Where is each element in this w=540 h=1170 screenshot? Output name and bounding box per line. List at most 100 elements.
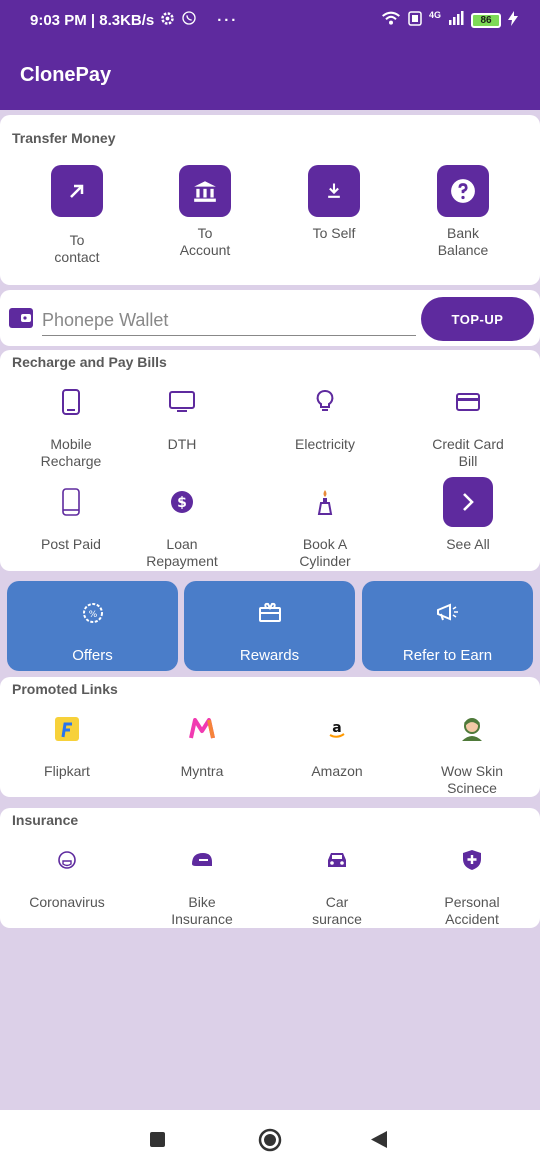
back-triangle-icon[interactable] [371, 1131, 387, 1153]
home-circle-icon[interactable] [258, 1128, 282, 1157]
wallet-card: TOP-UP [0, 290, 540, 346]
status-bar: 9:03 PM | 8.3KB/s ··· 4G 86 [0, 0, 540, 40]
mask-icon [47, 840, 87, 880]
insurance-bike[interactable]: Bike Insurance [147, 840, 257, 928]
promoted-myntra[interactable]: Myntra [147, 709, 257, 780]
promoted-amazon[interactable]: a Amazon [282, 709, 392, 780]
promoted-links-card: Promoted Links Flipkart Myntra a Amazon … [0, 677, 540, 797]
promoted-item-label: Myntra [180, 763, 224, 779]
offers-label: Offers [72, 647, 113, 664]
recents-square-icon[interactable] [150, 1132, 165, 1152]
tv-icon [162, 382, 202, 422]
insurance-title: Insurance [12, 812, 79, 828]
arrow-up-right-icon [51, 165, 103, 217]
svg-text:$: $ [177, 495, 187, 511]
signal-icon [448, 11, 464, 29]
insurance-item-label: Bike Insurance [171, 894, 233, 927]
phone-outline-icon [51, 482, 91, 522]
charging-icon [508, 10, 518, 30]
car-icon [317, 840, 357, 880]
recharge-postpaid[interactable]: Post Paid [16, 482, 126, 553]
refer-to-earn-button[interactable]: Refer to Earn [362, 581, 533, 671]
bank-icon [179, 165, 231, 217]
gift-icon [184, 601, 355, 623]
offer-badge-icon: % [7, 601, 178, 625]
recharge-loan[interactable]: $ Loan Repayment [127, 482, 237, 570]
recharge-cylinder[interactable]: Book A Cylinder [270, 482, 380, 570]
credit-card-icon [448, 382, 488, 422]
megaphone-icon [362, 601, 533, 623]
myntra-logo-icon [182, 709, 222, 749]
flipkart-logo-icon [47, 709, 87, 749]
battery-icon: 86 [471, 12, 501, 28]
whatsapp-icon [181, 10, 197, 30]
insurance-personal-accident[interactable]: Personal Accident [417, 840, 527, 928]
transfer-to-account[interactable]: To Account [150, 165, 260, 259]
shield-plus-icon [452, 840, 492, 880]
transfer-item-label: To Account [179, 225, 231, 258]
dollar-icon: $ [162, 482, 202, 522]
recharge-item-label: Mobile Recharge [40, 436, 102, 469]
network-type: 4G [428, 10, 441, 20]
recharge-item-label: Credit Card Bill [432, 436, 504, 469]
promoted-links-title: Promoted Links [12, 681, 118, 697]
svg-text:a: a [332, 720, 341, 736]
chevron-right-icon [443, 477, 493, 527]
promoted-item-label: Flipkart [44, 763, 90, 779]
recharge-dth[interactable]: DTH [127, 382, 237, 453]
transfer-money-card: Transfer Money To contact To Account To … [0, 115, 540, 285]
rewards-label: Rewards [239, 647, 300, 664]
rewards-button[interactable]: Rewards [184, 581, 355, 671]
battery-level: 86 [480, 14, 492, 26]
recharge-item-label: See All [446, 536, 490, 552]
app-title: ClonePay [20, 63, 112, 86]
app-bar: ClonePay [0, 40, 540, 110]
recharge-item-label: Post Paid [41, 536, 101, 552]
transfer-item-label: To Self [312, 225, 356, 241]
transfer-item-label: To contact [54, 232, 100, 265]
recharge-see-all[interactable]: See All [413, 477, 523, 553]
refer-to-earn-label: Refer to Earn [402, 647, 493, 664]
transfer-to-self[interactable]: To Self [279, 165, 389, 242]
status-time: 9:03 PM | 8.3KB/s [30, 11, 155, 29]
insurance-card: Insurance Coronavirus Bike Insurance Car… [0, 808, 540, 928]
system-nav-bar [0, 1110, 540, 1170]
recharge-title: Recharge and Pay Bills [12, 354, 167, 370]
insurance-item-label: Car surance [312, 894, 362, 927]
recharge-item-label: Book A Cylinder [299, 536, 351, 569]
volte-icon [408, 10, 422, 30]
wifi-icon [381, 11, 401, 30]
question-icon [437, 165, 489, 217]
wallet-input[interactable] [42, 306, 416, 336]
offers-button[interactable]: % Offers [7, 581, 178, 671]
amazon-logo-icon: a [317, 709, 357, 749]
wow-skin-logo-icon [452, 709, 492, 749]
recharge-card: Recharge and Pay Bills Mobile Recharge D… [0, 350, 540, 571]
insurance-item-label: Personal Accident [444, 894, 500, 927]
bulb-icon [305, 382, 345, 422]
insurance-coronavirus[interactable]: Coronavirus [12, 840, 122, 911]
svg-text:%: % [88, 610, 97, 620]
promoted-item-label: Wow Skin Scinece [441, 763, 503, 796]
more-notifications-icon: ··· [217, 11, 239, 29]
recharge-credit-card[interactable]: Credit Card Bill [413, 382, 523, 470]
promoted-wow-skin[interactable]: Wow Skin Scinece [417, 709, 527, 797]
wallet-icon [8, 307, 34, 334]
topup-button[interactable]: TOP-UP [421, 297, 534, 341]
transfer-money-title: Transfer Money [12, 130, 116, 146]
cylinder-icon [305, 482, 345, 522]
settings-icon [160, 11, 175, 30]
transfer-to-contact[interactable]: To contact [22, 165, 132, 266]
download-icon [308, 165, 360, 217]
transfer-item-label: Bank Balance [437, 225, 489, 258]
helmet-icon [182, 840, 222, 880]
promoted-item-label: Amazon [311, 763, 363, 779]
recharge-item-label: Loan Repayment [146, 536, 218, 569]
insurance-car[interactable]: Car surance [282, 840, 392, 928]
insurance-item-label: Coronavirus [29, 894, 105, 910]
recharge-mobile[interactable]: Mobile Recharge [16, 382, 126, 470]
recharge-electricity[interactable]: Electricity [270, 382, 380, 453]
recharge-item-label: DTH [167, 436, 197, 452]
promoted-flipkart[interactable]: Flipkart [12, 709, 122, 780]
bank-balance[interactable]: Bank Balance [408, 165, 518, 259]
